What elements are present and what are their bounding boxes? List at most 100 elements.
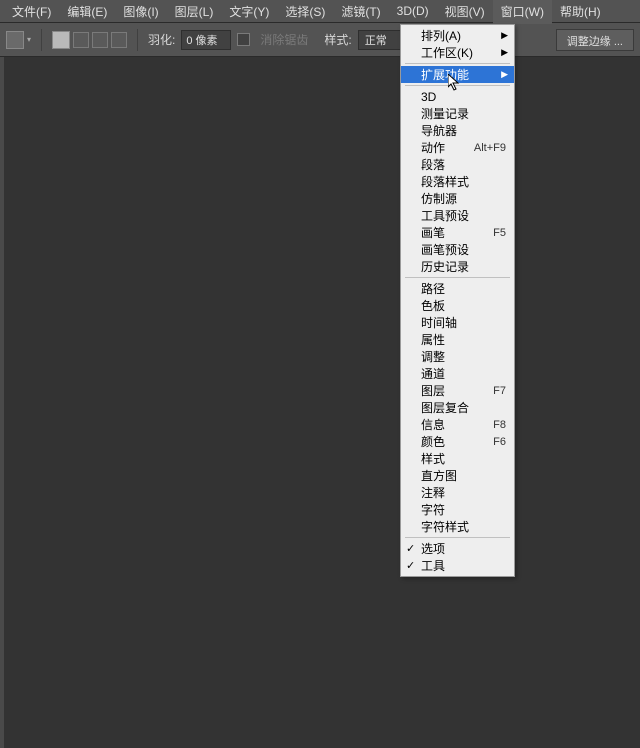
menu-entry-22[interactable]: 通道 xyxy=(401,365,514,382)
menu-entry-14[interactable]: 画笔预设 xyxy=(401,241,514,258)
menu-item-0[interactable]: 文件(F) xyxy=(4,0,59,24)
menu-entry-label: 字符样式 xyxy=(421,518,469,535)
menu-item-7[interactable]: 3D(D) xyxy=(389,0,437,22)
canvas-area xyxy=(0,57,640,748)
menu-entry-11[interactable]: 仿制源 xyxy=(401,190,514,207)
menu-entry-5[interactable]: 3D xyxy=(401,88,514,105)
menu-item-10[interactable]: 帮助(H) xyxy=(552,0,609,24)
menu-entry-29[interactable]: 注释 xyxy=(401,484,514,501)
menu-entry-21[interactable]: 调整 xyxy=(401,348,514,365)
menu-entry-label: 字符 xyxy=(421,501,445,518)
menu-entry-label: 调整 xyxy=(421,348,445,365)
options-toolbar: ▾ 羽化: 消除锯齿 样式: 正常 ▾ 宽 调整边缘 ... xyxy=(0,23,640,57)
menu-item-6[interactable]: 滤镜(T) xyxy=(333,0,388,24)
menu-shortcut: Alt+F9 xyxy=(474,142,506,154)
menu-entry-20[interactable]: 属性 xyxy=(401,331,514,348)
menu-entry-1[interactable]: 工作区(K) ▶ xyxy=(401,44,514,61)
menu-entry-7[interactable]: 导航器 xyxy=(401,122,514,139)
menu-entry-3[interactable]: 扩展功能 ▶ xyxy=(401,66,514,83)
menu-entry-34[interactable]: ✓ 工具 xyxy=(401,557,514,574)
menu-entry-label: 动作 xyxy=(421,139,445,156)
menu-entry-label: 工作区(K) xyxy=(421,44,473,61)
menu-entry-label: 历史记录 xyxy=(421,258,469,275)
chevron-right-icon: ▶ xyxy=(501,69,508,80)
menu-entry-30[interactable]: 字符 xyxy=(401,501,514,518)
menu-entry-label: 画笔 xyxy=(421,224,445,241)
menu-item-1[interactable]: 编辑(E) xyxy=(59,0,115,24)
selection-new-icon[interactable] xyxy=(52,31,70,49)
menu-entry-label: 属性 xyxy=(421,331,445,348)
check-icon: ✓ xyxy=(406,559,415,572)
menu-entry-label: 图层 xyxy=(421,382,445,399)
menu-entry-23[interactable]: 图层 F7 xyxy=(401,382,514,399)
menu-entry-24[interactable]: 图层复合 xyxy=(401,399,514,416)
menu-shortcut: F5 xyxy=(493,227,506,239)
selection-subtract-icon[interactable] xyxy=(92,32,108,48)
menubar: 文件(F)编辑(E)图像(I)图层(L)文字(Y)选择(S)滤镜(T)3D(D)… xyxy=(0,0,640,23)
antialias-checkbox xyxy=(237,33,250,46)
menu-entry-label: 图层复合 xyxy=(421,399,469,416)
menu-entry-label: 仿制源 xyxy=(421,190,457,207)
menu-entry-19[interactable]: 时间轴 xyxy=(401,314,514,331)
menu-separator xyxy=(405,277,510,278)
divider-icon xyxy=(137,29,138,51)
menu-entry-label: 注释 xyxy=(421,484,445,501)
menu-entry-17[interactable]: 路径 xyxy=(401,280,514,297)
chevron-right-icon: ▶ xyxy=(501,47,508,58)
feather-input[interactable] xyxy=(181,30,231,50)
menu-item-2[interactable]: 图像(I) xyxy=(115,0,166,24)
menu-entry-0[interactable]: 排列(A) ▶ xyxy=(401,27,514,44)
menu-entry-label: 路径 xyxy=(421,280,445,297)
menu-entry-33[interactable]: ✓ 选项 xyxy=(401,540,514,557)
refine-edge-button[interactable]: 调整边缘 ... xyxy=(556,29,634,51)
menu-entry-12[interactable]: 工具预设 xyxy=(401,207,514,224)
window-menu-dropdown: 排列(A) ▶ 工作区(K) ▶ 扩展功能 ▶ 3D测量记录导航器动作 Alt+F9 段落段落样… xyxy=(400,24,515,577)
style-label: 样式: xyxy=(324,31,351,48)
menu-entry-6[interactable]: 测量记录 xyxy=(401,105,514,122)
menu-entry-31[interactable]: 字符样式 xyxy=(401,518,514,535)
menu-entry-label: 工具预设 xyxy=(421,207,469,224)
menu-entry-9[interactable]: 段落 xyxy=(401,156,514,173)
menu-separator xyxy=(405,537,510,538)
menu-entry-label: 导航器 xyxy=(421,122,457,139)
menu-item-8[interactable]: 视图(V) xyxy=(437,0,493,24)
menu-shortcut: F7 xyxy=(493,385,506,397)
menu-entry-26[interactable]: 颜色 F6 xyxy=(401,433,514,450)
check-icon: ✓ xyxy=(406,542,415,555)
tool-preset-group[interactable]: ▾ xyxy=(6,31,31,49)
menu-entry-label: 时间轴 xyxy=(421,314,457,331)
menu-item-5[interactable]: 选择(S) xyxy=(277,0,333,24)
menu-entry-label: 排列(A) xyxy=(421,27,461,44)
menu-entry-27[interactable]: 样式 xyxy=(401,450,514,467)
menu-separator xyxy=(405,63,510,64)
menu-item-3[interactable]: 图层(L) xyxy=(167,0,222,24)
menu-entry-label: 选项 xyxy=(421,540,445,557)
tool-preset-icon xyxy=(6,31,24,49)
menu-item-4[interactable]: 文字(Y) xyxy=(221,0,277,24)
menu-entry-8[interactable]: 动作 Alt+F9 xyxy=(401,139,514,156)
menu-entry-25[interactable]: 信息F8 xyxy=(401,416,514,433)
style-value: 正常 xyxy=(365,32,387,48)
menu-shortcut: F6 xyxy=(493,436,506,448)
menu-entry-28[interactable]: 直方图 xyxy=(401,467,514,484)
menu-entry-label: 测量记录 xyxy=(421,105,469,122)
panel-strip xyxy=(0,57,4,748)
selection-add-icon[interactable] xyxy=(73,32,89,48)
antialias-label: 消除锯齿 xyxy=(260,31,308,48)
menu-entry-label: 扩展功能 xyxy=(421,66,469,83)
menu-shortcut: F8 xyxy=(493,419,506,431)
chevron-right-icon: ▶ xyxy=(501,30,508,41)
menu-entry-18[interactable]: 色板 xyxy=(401,297,514,314)
menu-entry-13[interactable]: 画笔 F5 xyxy=(401,224,514,241)
feather-label: 羽化: xyxy=(148,31,175,48)
menu-entry-10[interactable]: 段落样式 xyxy=(401,173,514,190)
menu-entry-label: 3D xyxy=(421,90,436,104)
menu-entry-15[interactable]: 历史记录 xyxy=(401,258,514,275)
menu-separator xyxy=(405,85,510,86)
menu-entry-label: 工具 xyxy=(421,557,445,574)
menu-entry-label: 色板 xyxy=(421,297,445,314)
menu-entry-label: 颜色 xyxy=(421,433,445,450)
menu-item-9[interactable]: 窗口(W) xyxy=(493,0,552,24)
menu-entry-label: 样式 xyxy=(421,450,445,467)
selection-intersect-icon[interactable] xyxy=(111,32,127,48)
